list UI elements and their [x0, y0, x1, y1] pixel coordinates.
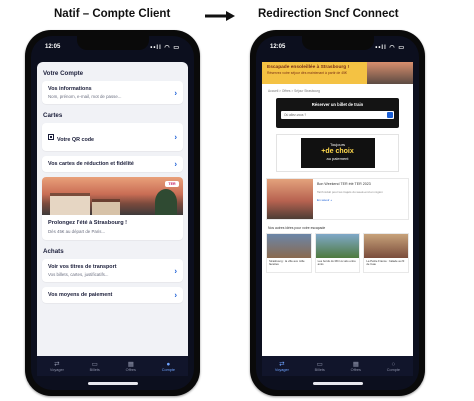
idea-image	[267, 234, 311, 258]
promo-card-strasbourg[interactable]: TER Prolongez l'été à Strasbourg ! Dès 4…	[42, 177, 183, 240]
qr-code-title: Votre QR code	[57, 137, 95, 143]
promo-title: Prolongez l'été à Strasbourg !	[48, 220, 128, 226]
phone-native-app: 12:05 ••ll ◠ ▭ Votre Compte Vos informat…	[25, 30, 200, 396]
phone-notch	[76, 36, 149, 50]
tab-billets[interactable]: ▭ Billets	[90, 361, 100, 372]
ticket-icon: ▭	[91, 360, 98, 368]
article-title: Bon Weekend TER été TER 2023	[317, 182, 371, 186]
breadcrumb[interactable]: Accueil > Offres > Séjour Strasbourg	[268, 89, 407, 93]
ticket-icon: ▭	[316, 360, 323, 368]
idea-image	[364, 234, 409, 258]
idea-title: Les bords du Rhin à vélo entre amis	[317, 259, 356, 267]
user-icon: ○	[391, 360, 396, 368]
status-time: 12:05	[45, 44, 61, 50]
idea-card[interactable]: La Petite France : balade au fil de l'ea…	[363, 233, 410, 273]
payment-methods-card[interactable]: Vos moyens de paiement ›	[42, 287, 183, 303]
article-desc: Tarif réduit pour les trajets du week-en…	[317, 190, 383, 194]
chevron-right-icon: ›	[174, 266, 177, 275]
native-app-screen: 12:05 ••ll ◠ ▭ Votre Compte Vos informat…	[31, 36, 194, 390]
swap-icon: ⇄	[54, 360, 60, 368]
ter-logo: TER	[165, 181, 179, 187]
train-search-widget: Réserver un billet de train Où allez-vou…	[276, 98, 399, 128]
idea-card[interactable]: Strasbourg : la ville aux mille facettes	[266, 233, 312, 273]
user-icon: ●	[166, 360, 171, 368]
comparison-stage: Natif – Compte Client Redirection Sncf C…	[0, 0, 474, 401]
payment-methods-title: Vos moyens de paiement	[48, 292, 113, 298]
home-indicator[interactable]	[312, 382, 363, 385]
section-title-purchases: Achats	[43, 248, 64, 255]
tab-voyager[interactable]: ⇄ Voyager	[275, 361, 289, 372]
tab-voyager[interactable]: ⇄ Voyager	[50, 361, 64, 372]
home-indicator[interactable]	[87, 382, 138, 385]
destination-input[interactable]: Où allez-vous ?	[281, 111, 394, 119]
info-card[interactable]: Vos informations Nom, prénom, e-mail, mo…	[42, 81, 183, 104]
idea-title: Strasbourg : la ville aux mille facettes	[269, 259, 305, 267]
chevron-right-icon: ›	[174, 132, 177, 142]
discount-cards-card[interactable]: Vos cartes de réduction et fidélité ›	[42, 156, 183, 172]
right-arrow-icon	[205, 11, 235, 21]
tickets-card[interactable]: Voir vos titres de transport Vos billets…	[42, 259, 183, 282]
status-icons: ••ll ◠ ▭	[375, 45, 405, 51]
offer-banner[interactable]: Escapade ensoleillée à Strasbourg ! Rése…	[262, 62, 413, 84]
idea-image	[315, 234, 360, 258]
qr-code-icon	[48, 133, 54, 140]
section-title-cards: Cartes	[43, 112, 63, 119]
tab-compte[interactable]: ○ Compte	[387, 361, 400, 372]
status-icons: ••ll ◠ ▭	[150, 45, 180, 51]
promo-image: TER	[42, 177, 183, 215]
offer-article[interactable]: Bon Weekend TER été TER 2023 Tarif rédui…	[266, 178, 409, 220]
sncf-web-page: Escapade ensoleillée à Strasbourg ! Rése…	[262, 62, 413, 356]
offers-icon: ▦	[127, 360, 134, 368]
qr-code-card[interactable]: Votre QR code ›	[42, 123, 183, 151]
search-title: Réserver un billet de train	[311, 102, 364, 107]
tab-billets[interactable]: ▭ Billets	[315, 361, 325, 372]
ad-line2: au paiement	[326, 156, 349, 161]
search-go-button[interactable]	[387, 112, 393, 118]
discount-cards-title: Vos cartes de réduction et fidélité	[48, 161, 134, 167]
tab-offres[interactable]: ▦ Offres	[351, 361, 361, 372]
destination-placeholder: Où allez-vous ?	[284, 113, 307, 117]
ideas-list: Strasbourg : la ville aux mille facettes…	[262, 233, 413, 273]
account-content: Votre Compte Vos informations Nom, préno…	[37, 62, 188, 356]
ad-headline: +de choix	[321, 148, 354, 155]
info-card-title: Vos informations	[48, 86, 92, 92]
chevron-right-icon: ›	[174, 159, 177, 169]
banner-image	[367, 62, 413, 84]
phone-notch	[301, 36, 374, 50]
ideas-section-title: Nos autres idées pour votre escapade	[268, 226, 326, 230]
phone-sncf-connect: 12:05 ••ll ◠ ▭ Escapade ensoleillée à St…	[250, 30, 425, 396]
swap-icon: ⇄	[279, 360, 285, 368]
heading-sncf-redirect: Redirection Sncf Connect	[258, 8, 399, 20]
heading-native-account: Natif – Compte Client	[54, 8, 171, 20]
web-screen: 12:05 ••ll ◠ ▭ Escapade ensoleillée à St…	[256, 36, 419, 390]
section-title-account: Votre Compte	[43, 70, 84, 77]
article-link[interactable]: En savoir +	[317, 198, 404, 202]
article-image	[267, 179, 313, 219]
tickets-card-subtitle: Vos billets, cartes, justificatifs...	[48, 272, 109, 277]
chevron-right-icon: ›	[174, 88, 177, 97]
idea-title: La Petite France : balade au fil de l'ea…	[366, 259, 405, 267]
payment-choice-ad[interactable]: Toujours +de choix au paiement	[276, 134, 399, 172]
chevron-right-icon: ›	[174, 290, 177, 300]
info-card-subtitle: Nom, prénom, e-mail, mot de passe...	[48, 94, 122, 99]
tickets-card-title: Voir vos titres de transport	[48, 264, 117, 270]
status-time: 12:05	[270, 44, 286, 50]
tab-compte[interactable]: ● Compte	[162, 361, 175, 372]
bottom-tab-bar: ⇄ Voyager ▭ Billets ▦ Offres ● Compte	[37, 356, 188, 376]
tab-offres[interactable]: ▦ Offres	[126, 361, 136, 372]
bottom-tab-bar: ⇄ Voyager ▭ Billets ▦ Offres ○ Compte	[262, 356, 413, 376]
promo-subtitle: Dès 45€ au départ de Paris...	[48, 229, 106, 234]
offers-icon: ▦	[352, 360, 359, 368]
idea-card[interactable]: Les bords du Rhin à vélo entre amis	[314, 233, 361, 273]
